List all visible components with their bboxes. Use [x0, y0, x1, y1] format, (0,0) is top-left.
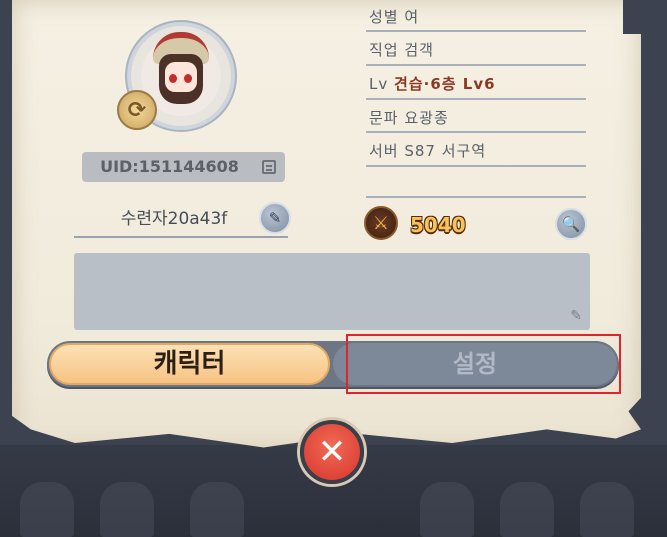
edit-nickname-button[interactable]: ✎ [259, 202, 291, 234]
nav-pagoda-icon[interactable] [500, 482, 554, 537]
nickname: 수련자20a43f [120, 209, 228, 229]
search-button[interactable]: 🔍 [555, 208, 587, 240]
divider [366, 64, 586, 66]
pen-icon: ✎ [268, 209, 282, 227]
info-job: 직업 검객 [369, 41, 434, 59]
pen-icon[interactable]: ✎ [570, 308, 582, 324]
nav-swords-icon[interactable] [420, 482, 474, 537]
nav-book-icon[interactable] [100, 482, 154, 537]
level-value: 견습·6층 Lv6 [394, 75, 496, 93]
info-gender: 성별 여 [369, 8, 420, 26]
divider [366, 196, 586, 198]
level-label: Lv [369, 75, 389, 93]
info-level: Lv 견습·6층 Lv6 [369, 73, 584, 95]
combat-power: 5040 [410, 213, 466, 237]
nav-master-icon[interactable] [580, 482, 634, 537]
panel-corner [623, 0, 641, 34]
copy-icon[interactable] [262, 160, 276, 174]
info-sect: 문파 요광종 [369, 109, 449, 127]
swap-icon[interactable]: ⟳ [117, 90, 157, 130]
close-button[interactable]: ✕ [300, 420, 364, 484]
tab-character[interactable]: 캐릭터 [49, 343, 330, 385]
divider [366, 165, 586, 167]
magnifier-icon: 🔍 [561, 215, 581, 233]
nickname-underline [74, 236, 288, 238]
bio-textarea[interactable]: ✎ [74, 253, 590, 330]
divider [366, 98, 586, 100]
uid-box: UID:151144608 [82, 152, 285, 182]
divider [366, 131, 586, 133]
highlight-box [346, 334, 621, 394]
close-icon: ✕ [317, 432, 347, 472]
nav-character-icon[interactable] [190, 482, 244, 537]
nav-chef-icon[interactable] [20, 482, 74, 537]
crossed-swords-icon: ⚔ [364, 206, 398, 240]
info-server: 서버 S87 서구역 [369, 142, 487, 160]
avatar-left-eye [169, 74, 177, 83]
divider [366, 30, 586, 32]
uid-text: UID:151144608 [100, 157, 239, 176]
avatar-right-eye [184, 74, 192, 83]
